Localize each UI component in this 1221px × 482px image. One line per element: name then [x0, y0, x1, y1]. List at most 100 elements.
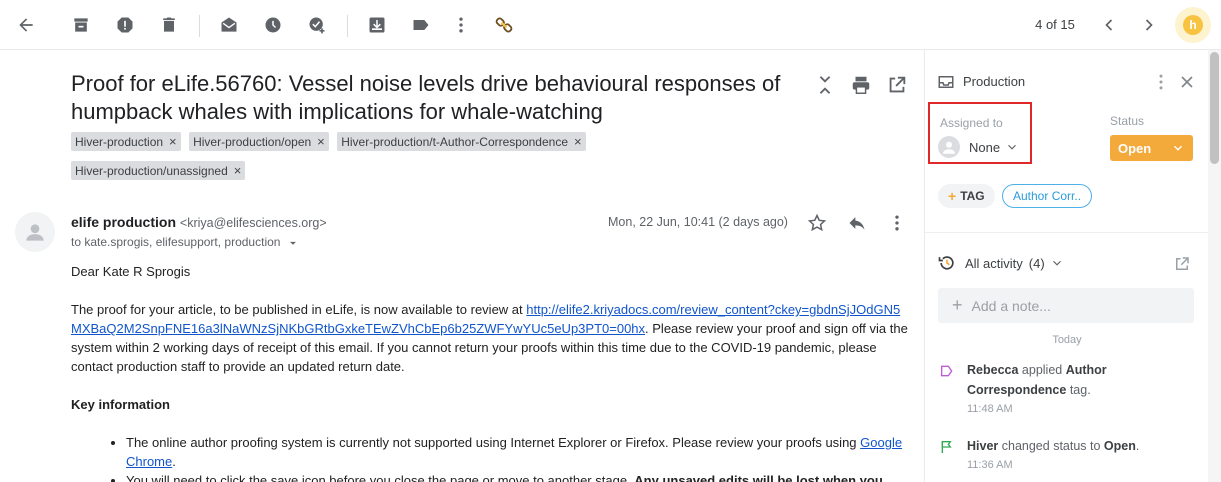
- activity-label: All activity: [965, 255, 1023, 271]
- status-label: Status: [1110, 114, 1145, 128]
- hiver-side-panel: Production Assigned to None Status Open …: [924, 50, 1209, 482]
- close-icon[interactable]: [1177, 72, 1197, 97]
- inbox-icon: [937, 73, 955, 96]
- panel-title: Production: [963, 74, 1026, 89]
- open-in-new-window-icon[interactable]: [886, 74, 908, 101]
- tag-activity-icon: [939, 363, 955, 384]
- sender-name: elife production: [71, 214, 176, 230]
- sender-avatar: [15, 212, 55, 252]
- more-icon[interactable]: [449, 13, 473, 37]
- label-chip-text: Hiver-production/unassigned: [75, 163, 228, 178]
- activity-item: Rebecca applied Author Correspondence ta…: [967, 360, 1187, 417]
- move-to-icon[interactable]: [365, 13, 389, 37]
- status-dropdown[interactable]: Open: [1110, 135, 1193, 161]
- remove-label-icon[interactable]: ×: [169, 134, 177, 149]
- chevron-left-icon[interactable]: [1097, 13, 1121, 37]
- collapse-icon[interactable]: [814, 74, 836, 101]
- mark-unread-icon[interactable]: [217, 13, 241, 37]
- activity-action: applied: [1018, 363, 1066, 377]
- label-chip-text: Hiver-production/t-Author-Correspondence: [341, 134, 568, 149]
- scrollbar-thumb[interactable]: [1210, 52, 1219, 164]
- assignee-value[interactable]: None: [938, 136, 1019, 158]
- pager-text: 4 of 15: [1035, 17, 1075, 32]
- add-note-input[interactable]: + Add a note...: [938, 288, 1194, 323]
- add-task-icon[interactable]: [305, 13, 329, 37]
- activity-time: 11:36 AM: [967, 459, 1013, 471]
- email-body: Dear Kate R Sprogis The proof for your a…: [71, 262, 911, 482]
- hiver-logo-button[interactable]: h: [1175, 7, 1211, 43]
- body-text: The online author proofing system is cur…: [126, 435, 861, 450]
- label-chip: Hiver-production/t-Author-Correspondence…: [337, 132, 586, 151]
- author-correspondence-tag[interactable]: Author Corr..: [1002, 184, 1093, 208]
- body-text: .: [172, 454, 176, 469]
- label-chip-text: Hiver-production: [75, 134, 164, 149]
- star-icon[interactable]: [805, 211, 829, 235]
- add-note-placeholder: Add a note...: [971, 297, 1051, 314]
- delete-icon[interactable]: [157, 13, 181, 37]
- body-bold-text: Any unsaved edits will be lost when you: [634, 473, 883, 482]
- sender-address: <kriya@elifesciences.org>: [179, 216, 327, 230]
- label-chip-text: Hiver-production/open: [193, 134, 312, 149]
- link-icon[interactable]: [492, 13, 516, 37]
- activity-action: changed status to: [998, 439, 1104, 453]
- user-avatar-icon: [938, 136, 960, 158]
- panel-more-icon[interactable]: [1151, 72, 1171, 97]
- chevron-down-icon: [1174, 145, 1182, 151]
- archive-icon[interactable]: [69, 13, 93, 37]
- chevron-down-icon: [1052, 260, 1061, 266]
- flag-icon: [939, 439, 955, 460]
- recipients[interactable]: to kate.sprogis, elifesupport, productio…: [71, 235, 300, 250]
- more-vert-icon[interactable]: [885, 211, 909, 235]
- chevron-right-icon[interactable]: [1137, 13, 1161, 37]
- snooze-icon[interactable]: [261, 13, 285, 37]
- key-information-heading: Key information: [71, 397, 170, 412]
- hiver-logo-icon: h: [1183, 15, 1203, 35]
- remove-label-icon[interactable]: ×: [317, 134, 325, 149]
- email-date: Mon, 22 Jun, 10:41 (2 days ago): [608, 215, 788, 229]
- activity-suffix: .: [1135, 439, 1140, 453]
- add-tag-button[interactable]: + TAG: [938, 184, 995, 208]
- report-spam-icon[interactable]: [113, 13, 137, 37]
- greeting: Dear Kate R Sprogis: [71, 264, 191, 279]
- divider: [925, 232, 1209, 233]
- activity-object: Open: [1103, 439, 1136, 453]
- sender-line: elife production <kriya@elifesciences.or…: [71, 214, 327, 230]
- body-paragraph: The proof for your article, to be publis…: [71, 300, 911, 376]
- open-in-new-window-icon[interactable]: [1173, 255, 1191, 278]
- status-value: Open: [1118, 140, 1152, 156]
- label-chip: Hiver-production/open ×: [189, 132, 329, 151]
- label-chip: Hiver-production ×: [71, 132, 181, 151]
- all-activity-toggle[interactable]: All activity (4): [937, 253, 1064, 273]
- activity-suffix: tag.: [1066, 383, 1091, 397]
- activity-count: (4): [1028, 255, 1045, 271]
- toolbar: 4 of 15 h: [0, 0, 1221, 50]
- remove-label-icon[interactable]: ×: [234, 163, 242, 178]
- recipients-text: to kate.sprogis, elifesupport, productio…: [71, 235, 281, 249]
- back-arrow-icon[interactable]: [14, 13, 38, 37]
- body-text: You will need to click the save icon bef…: [126, 473, 635, 482]
- activity-time: 11:48 AM: [967, 403, 1013, 415]
- add-tag-label: TAG: [960, 189, 985, 203]
- reply-icon[interactable]: [845, 211, 869, 235]
- activity-actor: Hiver: [967, 439, 999, 453]
- print-icon[interactable]: [850, 74, 872, 101]
- label-icon[interactable]: [409, 13, 433, 37]
- plus-icon: +: [952, 295, 963, 315]
- assignee-text: None: [969, 139, 1001, 155]
- key-info-list: The online author proofing system is cur…: [71, 433, 911, 482]
- list-item: The online author proofing system is cur…: [126, 433, 911, 471]
- chevron-down-icon: [1008, 144, 1016, 150]
- activity-actor: Rebecca: [967, 363, 1019, 377]
- assigned-to-label: Assigned to: [940, 116, 1003, 130]
- caret-down-icon[interactable]: [286, 236, 300, 250]
- email-subject: Proof for eLife.56760: Vessel noise leve…: [71, 71, 781, 124]
- body-text: The proof for your article, to be publis…: [71, 302, 527, 317]
- activity-history-icon: [938, 256, 954, 270]
- plus-icon: +: [948, 188, 957, 204]
- label-chips: Hiver-production × Hiver-production/open ×…: [71, 132, 631, 190]
- remove-label-icon[interactable]: ×: [574, 134, 582, 149]
- assigned-to-dropdown[interactable]: Assigned to None: [928, 102, 1032, 164]
- person-icon: [26, 224, 44, 241]
- activity-item: Hiver changed status to Open. 11:36 AM: [967, 436, 1187, 473]
- date-separator: Today: [1052, 334, 1082, 346]
